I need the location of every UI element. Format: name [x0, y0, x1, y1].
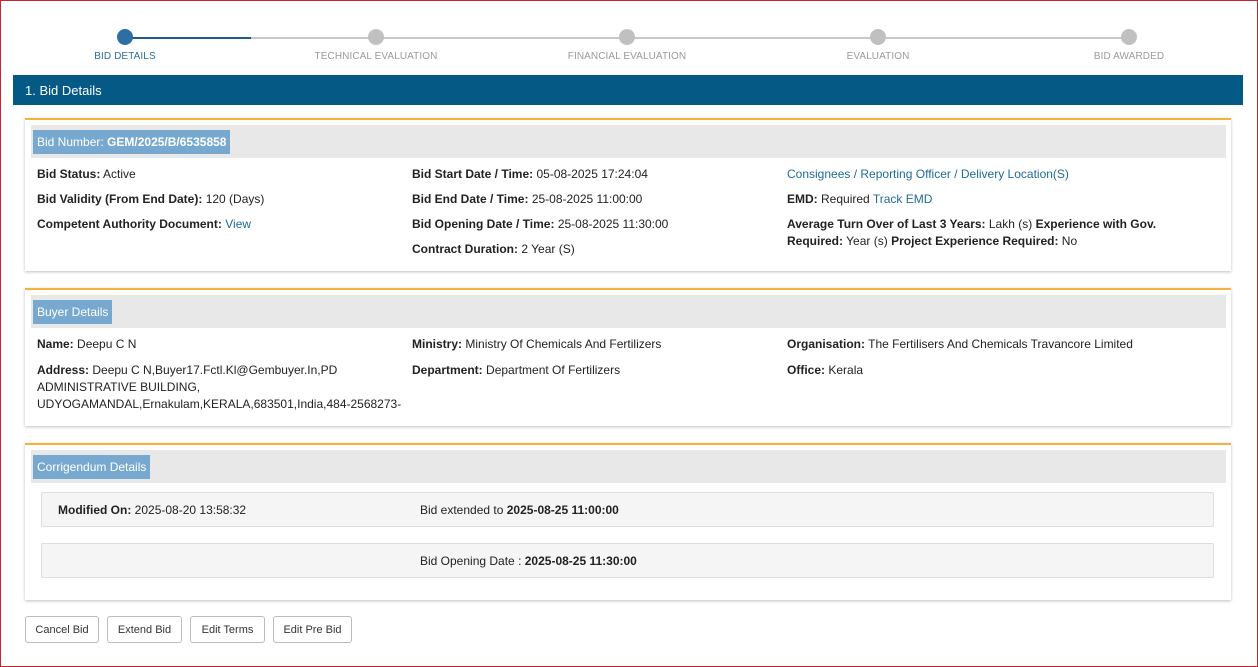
step-dot — [870, 29, 886, 45]
extend-bid-button[interactable]: Extend Bid — [107, 616, 182, 643]
field-label: Bid extended to — [420, 503, 504, 517]
field-label: Bid Opening Date / Time: — [412, 217, 555, 231]
edit-terms-button[interactable]: Edit Terms — [190, 616, 265, 643]
corrigendum-panel: Corrigendum Details Modified On: 2025-08… — [25, 443, 1231, 600]
consignees-row: Consignees / Reporting Officer / Deliver… — [787, 166, 1069, 183]
field-label: Organisation: — [787, 337, 866, 351]
track-emd-link[interactable]: Track EMD — [873, 192, 933, 206]
field-value: 2 Year (S) — [521, 242, 575, 256]
field-value: Required — [821, 192, 870, 206]
field-label: Required: — [787, 234, 844, 248]
buyer-address: Address: Deepu C N,Buyer17.Fctl.Kl@Gembu… — [37, 362, 407, 413]
field-label: Ministry: — [412, 337, 463, 351]
field-value: Active — [103, 167, 136, 181]
competent-authority-document: Competent Authority Document: View — [37, 216, 251, 233]
step-label: EVALUATION — [846, 51, 910, 62]
cancel-bid-button[interactable]: Cancel Bid — [25, 616, 99, 643]
bid-end-date: Bid End Date / Time: 25-08-2025 11:00:00 — [412, 191, 642, 208]
step-evaluation: EVALUATION — [778, 29, 978, 62]
field-value: Deepu C N,Buyer17.Fctl.Kl@Gembuyer.In,PD — [92, 363, 338, 377]
field-value: No — [1061, 234, 1078, 248]
field-value: Kerala — [828, 363, 864, 377]
field-value: ADMINISTRATIVE BUILDING, — [37, 380, 201, 394]
corrigendum-row: Modified On: 2025-08-20 13:58:32 Bid ext… — [41, 492, 1214, 527]
bid-status: Bid Status: Active — [37, 166, 136, 183]
step-bid-details: BID DETAILS — [25, 29, 225, 62]
consignees-link[interactable]: Consignees / Reporting Officer / Deliver… — [787, 167, 1069, 181]
field-label: Project Experience Required: — [891, 234, 1059, 248]
bid-details-panel: Bid Number: GEM/2025/B/6535858 Bid Statu… — [25, 118, 1231, 271]
field-label: Competent Authority Document: — [37, 217, 222, 231]
field-label: Experience with Gov. — [1035, 217, 1157, 231]
step-dot-active — [117, 29, 133, 45]
contract-duration: Contract Duration: 2 Year (S) — [412, 241, 575, 258]
buyer-details-tag: Buyer Details — [33, 300, 113, 324]
field-label: Bid Status: — [37, 167, 101, 181]
field-label: Bid Validity (From End Date): — [37, 192, 203, 206]
field-value: Department Of Fertilizers — [486, 363, 621, 377]
field-label: Name: — [37, 337, 74, 351]
buyer-name: Name: Deepu C N — [37, 336, 136, 353]
field-label: Bid Start Date / Time: — [412, 167, 534, 181]
step-dot — [1121, 29, 1137, 45]
step-dot — [619, 29, 635, 45]
step-bid-awarded: BID AWARDED — [1029, 29, 1229, 62]
field-label: Modified On: — [58, 503, 132, 517]
step-dot — [368, 29, 384, 45]
buyer-details-panel: Buyer Details Name: Deepu C N Address: D… — [25, 288, 1231, 426]
field-value: 120 (Days) — [205, 192, 265, 206]
field-label: Address: — [37, 363, 90, 377]
bid-extended: Bid extended to 2025-08-25 11:00:00 — [420, 502, 619, 519]
emd-row: EMD: Required Track EMD — [787, 191, 932, 208]
panel-title-bar: Bid Number: GEM/2025/B/6535858 — [31, 125, 1226, 158]
progress-stepper: BID DETAILS TECHNICAL EVALUATION FINANCI… — [0, 26, 1258, 66]
field-value: 2025-08-25 11:00:00 — [506, 503, 619, 517]
field-label: Bid Opening Date : — [420, 554, 522, 568]
edit-pre-bid-button[interactable]: Edit Pre Bid — [273, 616, 352, 643]
field-value: 2025-08-20 13:58:32 — [134, 503, 247, 517]
buyer-ministry: Ministry: Ministry Of Chemicals And Fert… — [412, 336, 661, 353]
bid-number-value: GEM/2025/B/6535858 — [107, 135, 227, 149]
step-label: FINANCIAL EVALUATION — [567, 51, 687, 62]
field-label: Bid End Date / Time: — [412, 192, 529, 206]
buyer-department: Department: Department Of Fertilizers — [412, 362, 620, 379]
buyer-office: Office: Kerala — [787, 362, 863, 379]
field-label: Average Turn Over of Last 3 Years: — [787, 217, 986, 231]
step-technical-evaluation: TECHNICAL EVALUATION — [276, 29, 476, 62]
field-value: Deepu C N — [77, 337, 137, 351]
panel-title-bar: Corrigendum Details — [31, 450, 1226, 483]
corrigendum-row: Bid Opening Date : 2025-08-25 11:30:00 — [41, 543, 1214, 578]
field-value: 25-08-2025 11:30:00 — [557, 217, 669, 231]
bid-opening-corrigendum: Bid Opening Date : 2025-08-25 11:30:00 — [420, 553, 637, 570]
field-label: EMD: — [787, 192, 818, 206]
step-label: BID AWARDED — [1093, 51, 1165, 62]
bid-opening-date: Bid Opening Date / Time: 25-08-2025 11:3… — [412, 216, 668, 233]
field-label: Contract Duration: — [412, 242, 518, 256]
bid-number-label: Bid Number: — [37, 135, 104, 149]
section-header: 1. Bid Details — [13, 75, 1243, 105]
field-value: Year (s) — [846, 234, 888, 248]
field-value: Lakh (s) — [988, 217, 1033, 231]
view-document-link[interactable]: View — [225, 217, 251, 231]
modified-on: Modified On: 2025-08-20 13:58:32 — [58, 502, 246, 519]
field-value: UDYOGAMANDAL,Ernakulam,KERALA,683501,Ind… — [37, 397, 402, 411]
step-label: BID DETAILS — [94, 51, 156, 62]
step-label: TECHNICAL EVALUATION — [314, 51, 438, 62]
bid-validity: Bid Validity (From End Date): 120 (Days) — [37, 191, 264, 208]
field-value: 25-08-2025 11:00:00 — [531, 192, 643, 206]
turnover-experience: Average Turn Over of Last 3 Years: Lakh … — [787, 216, 1207, 250]
panel-title-bar: Buyer Details — [31, 295, 1226, 328]
field-label: Department: — [412, 363, 483, 377]
field-value: 05-08-2025 17:24:04 — [536, 167, 648, 181]
field-value: 2025-08-25 11:30:00 — [524, 554, 637, 568]
field-value: The Fertilisers And Chemicals Travancore… — [868, 337, 1133, 351]
field-label: Office: — [787, 363, 826, 377]
step-financial-evaluation: FINANCIAL EVALUATION — [527, 29, 727, 62]
bid-start-date: Bid Start Date / Time: 05-08-2025 17:24:… — [412, 166, 648, 183]
field-value: Ministry Of Chemicals And Fertilizers — [465, 337, 662, 351]
corrigendum-tag: Corrigendum Details — [33, 455, 151, 479]
bid-number-tag: Bid Number: GEM/2025/B/6535858 — [33, 130, 231, 154]
buyer-organisation: Organisation: The Fertilisers And Chemic… — [787, 336, 1133, 353]
